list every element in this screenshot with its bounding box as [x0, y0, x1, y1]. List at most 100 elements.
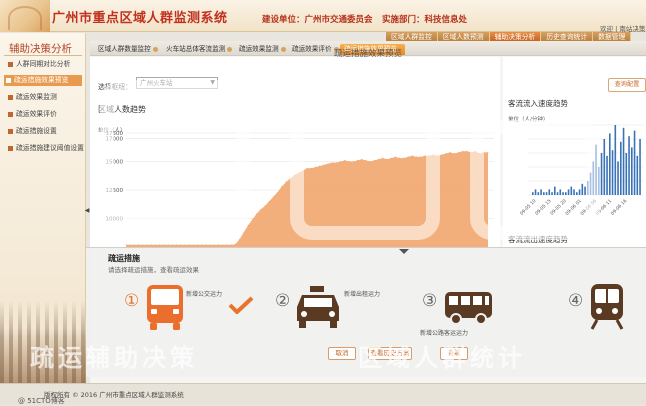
inflow-bar	[537, 192, 540, 195]
crowd-data-point	[138, 244, 140, 246]
inflow-bar	[617, 161, 619, 195]
crowd-data-point	[306, 167, 308, 169]
crowd-data-point	[180, 244, 182, 246]
cancel-button[interactable]: 取消	[328, 347, 356, 360]
crowd-data-point	[382, 157, 384, 159]
crowd-data-point	[407, 156, 409, 158]
crowd-data-point	[365, 159, 367, 161]
sidebar-item-label: 疏运措施建议阈值设置	[16, 144, 84, 152]
measure-label: 新增出租运力	[344, 291, 381, 298]
inflow-bar	[631, 147, 633, 195]
crowd-data-point	[449, 151, 451, 153]
crowd-data-point	[315, 166, 316, 168]
metro-icon[interactable]	[589, 283, 625, 331]
bullet-icon	[8, 95, 13, 100]
bullet-icon	[8, 62, 13, 67]
crowd-data-point	[298, 172, 299, 174]
crowd-data-point	[424, 155, 426, 157]
crowd-data-point	[251, 219, 253, 221]
crowd-data-point	[441, 154, 443, 156]
crowd-data-point	[344, 159, 346, 161]
taxi-icon[interactable]	[294, 285, 342, 330]
crowd-data-point	[167, 244, 169, 246]
query-config-button[interactable]: 查询配置	[608, 78, 646, 92]
crowd-data-point	[411, 155, 413, 157]
crowd-data-point	[432, 154, 434, 156]
crowd-data-point	[163, 244, 165, 246]
crowd-data-point	[310, 167, 312, 169]
crowd-data-point	[466, 150, 468, 152]
crowd-data-point	[205, 244, 207, 246]
sidebar-item-comparison[interactable]: 人群同期对比分析	[6, 59, 86, 70]
station-select-label: 选择枢纽：	[98, 83, 132, 91]
station-select[interactable]: 广州火车站 ▼	[136, 77, 218, 89]
app-title: 广州市重点区域人群监测系统	[52, 11, 228, 26]
implementer-label: 实施部门：科技信息处	[382, 15, 468, 25]
crowd-data-point	[420, 156, 422, 158]
inflow-bar	[636, 155, 639, 195]
measure-number: ②	[275, 291, 291, 311]
sidebar-item-label: 人群同期对比分析	[16, 60, 71, 68]
inflow-bar	[565, 192, 567, 195]
sidebar-item-preview[interactable]: 疏运措施效果预览	[4, 75, 82, 86]
crowd-data-point	[416, 156, 417, 158]
inflow-bar	[595, 144, 597, 195]
sidebar-item-threshold[interactable]: 疏运措施建议阈值设置	[6, 143, 86, 154]
bus-icon[interactable]	[145, 283, 185, 331]
crowd-data-point	[390, 157, 392, 159]
inflow-bar	[554, 186, 556, 195]
crowd-data-point	[348, 161, 350, 162]
measure-number: ③	[422, 291, 438, 311]
inflow-bar	[543, 192, 545, 195]
crowd-data-point	[197, 244, 198, 246]
inflow-bar	[611, 150, 614, 195]
crowd-data-point	[129, 244, 131, 246]
inflow-bar	[548, 189, 551, 195]
inflow-bar	[589, 172, 592, 195]
collapse-arrow-icon[interactable]	[399, 249, 409, 254]
bullet-icon	[8, 112, 13, 117]
crowd-data-point	[277, 191, 278, 193]
crowd-data-point	[142, 244, 144, 246]
crowd-data-point	[437, 155, 438, 157]
builder-label: 建设单位：广州市交通委员会	[262, 15, 373, 25]
crowd-data-point	[302, 170, 304, 172]
crowd-data-point	[331, 162, 333, 164]
measure-number: ④	[568, 291, 584, 311]
coach-icon[interactable]	[444, 291, 494, 325]
crowd-data-point	[159, 244, 161, 246]
crowd-data-point	[403, 157, 405, 159]
inflow-bar	[573, 189, 575, 195]
sidebar-item-monitor[interactable]: 疏运效果监测	[6, 92, 86, 103]
crowd-data-point	[260, 208, 262, 210]
crowd-data-point	[378, 158, 379, 160]
crowd-data-point	[327, 163, 329, 165]
sidebar-item-settings[interactable]: 疏运措施设置	[6, 126, 86, 137]
watermark-text: 区域人群统计	[358, 344, 526, 372]
inflow-bar	[562, 192, 564, 195]
crowd-data-point	[293, 174, 295, 176]
inflow-bar	[534, 189, 537, 195]
crowd-data-point	[428, 155, 430, 157]
crowd-data-point	[213, 244, 215, 246]
crowd-data-point	[445, 153, 447, 154]
inflow-bar	[567, 189, 570, 195]
inflow-bar	[598, 167, 600, 195]
bullet-icon	[8, 146, 13, 151]
measures-hint: 请选择疏运措施，查看疏运效果	[108, 266, 199, 274]
sidebar-item-evaluation[interactable]: 疏运效果评价	[6, 109, 86, 120]
crowd-data-point	[150, 244, 152, 246]
crowd-data-point	[487, 151, 489, 153]
crowd-data-point	[470, 151, 472, 153]
y-tick-label: 10000	[106, 217, 124, 223]
crowd-data-point	[285, 181, 287, 183]
crowd-chart-title: 区域人数趋势	[98, 105, 146, 114]
inflow-chart-title: 客流流入速度趋势	[508, 99, 568, 108]
crowd-data-point	[399, 157, 401, 159]
inflow-bar	[620, 141, 622, 195]
sidebar-title: 辅助决策分析	[9, 43, 72, 55]
crowd-data-point	[386, 158, 388, 160]
chevron-down-icon: ▼	[210, 79, 215, 86]
crowd-data-point	[146, 244, 148, 246]
inflow-bar	[592, 161, 595, 195]
